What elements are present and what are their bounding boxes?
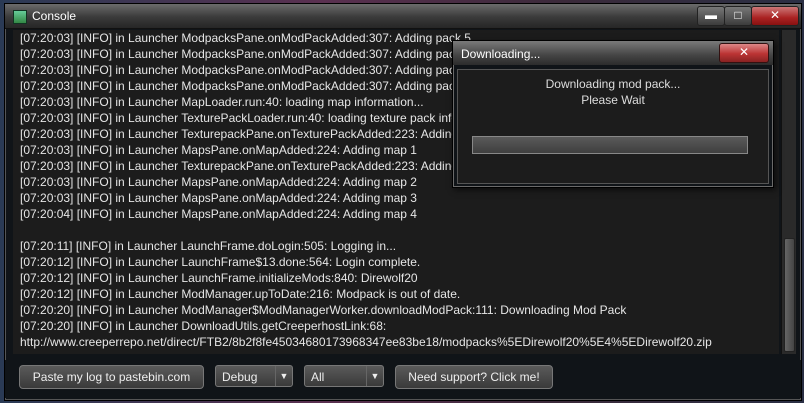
log-line: [07:20:20] [INFO] in Launcher DownloadUt… xyxy=(20,319,387,333)
wait-message: Please Wait xyxy=(581,93,645,107)
app-icon xyxy=(13,10,27,24)
log-line: [07:20:12] [INFO] in Launcher ModManager… xyxy=(20,287,461,301)
log-line: [07:20:11] [INFO] in Launcher LaunchFram… xyxy=(20,239,397,253)
paste-log-button[interactable]: Paste my log to pastebin.com xyxy=(19,365,204,389)
dialog-close-button[interactable]: ✕ xyxy=(719,43,769,63)
download-progress-bar xyxy=(472,136,748,154)
dialog-title-bar[interactable]: Downloading... ✕ xyxy=(453,41,773,65)
dialog-title: Downloading... xyxy=(461,47,541,61)
log-line: [07:20:03] [INFO] in Launcher MapsPane.o… xyxy=(20,191,417,205)
log-source-value: All xyxy=(311,370,325,384)
log-source-select[interactable]: All ▼ xyxy=(304,365,384,387)
log-line: [07:20:12] [INFO] in Launcher LaunchFram… xyxy=(20,271,418,285)
download-dialog: Downloading... ✕ Downloading mod pack...… xyxy=(452,40,774,188)
support-button[interactable]: Need support? Click me! xyxy=(395,365,553,389)
close-button[interactable]: ✕ xyxy=(751,6,799,26)
minimize-button[interactable]: ▬ xyxy=(697,6,725,26)
dialog-body: Downloading mod pack... Please Wait xyxy=(457,69,769,184)
log-line: [07:20:12] [INFO] in Launcher LaunchFram… xyxy=(20,255,421,269)
log-level-value: Debug xyxy=(222,370,258,384)
console-toolbar: Paste my log to pastebin.com Debug ▼ All… xyxy=(5,360,801,398)
scrollbar-thumb[interactable] xyxy=(784,238,795,352)
chevron-down-icon: ▼ xyxy=(366,366,383,386)
log-level-select[interactable]: Debug ▼ xyxy=(215,365,293,387)
chevron-down-icon: ▼ xyxy=(275,366,292,386)
log-scrollbar[interactable] xyxy=(781,30,796,354)
log-line: http://www.creeperrepo.net/direct/FTB2/8… xyxy=(20,335,712,349)
log-line: [07:20:04] [INFO] in Launcher MapsPane.o… xyxy=(20,207,417,221)
download-message: Downloading mod pack... xyxy=(545,77,681,91)
log-line: [07:20:20] [INFO] in Launcher ModManager… xyxy=(20,303,627,317)
maximize-button[interactable]: □ xyxy=(724,6,752,26)
window-title: Console xyxy=(32,9,77,23)
title-bar[interactable]: Console ▬ □ ✕ xyxy=(5,4,801,29)
